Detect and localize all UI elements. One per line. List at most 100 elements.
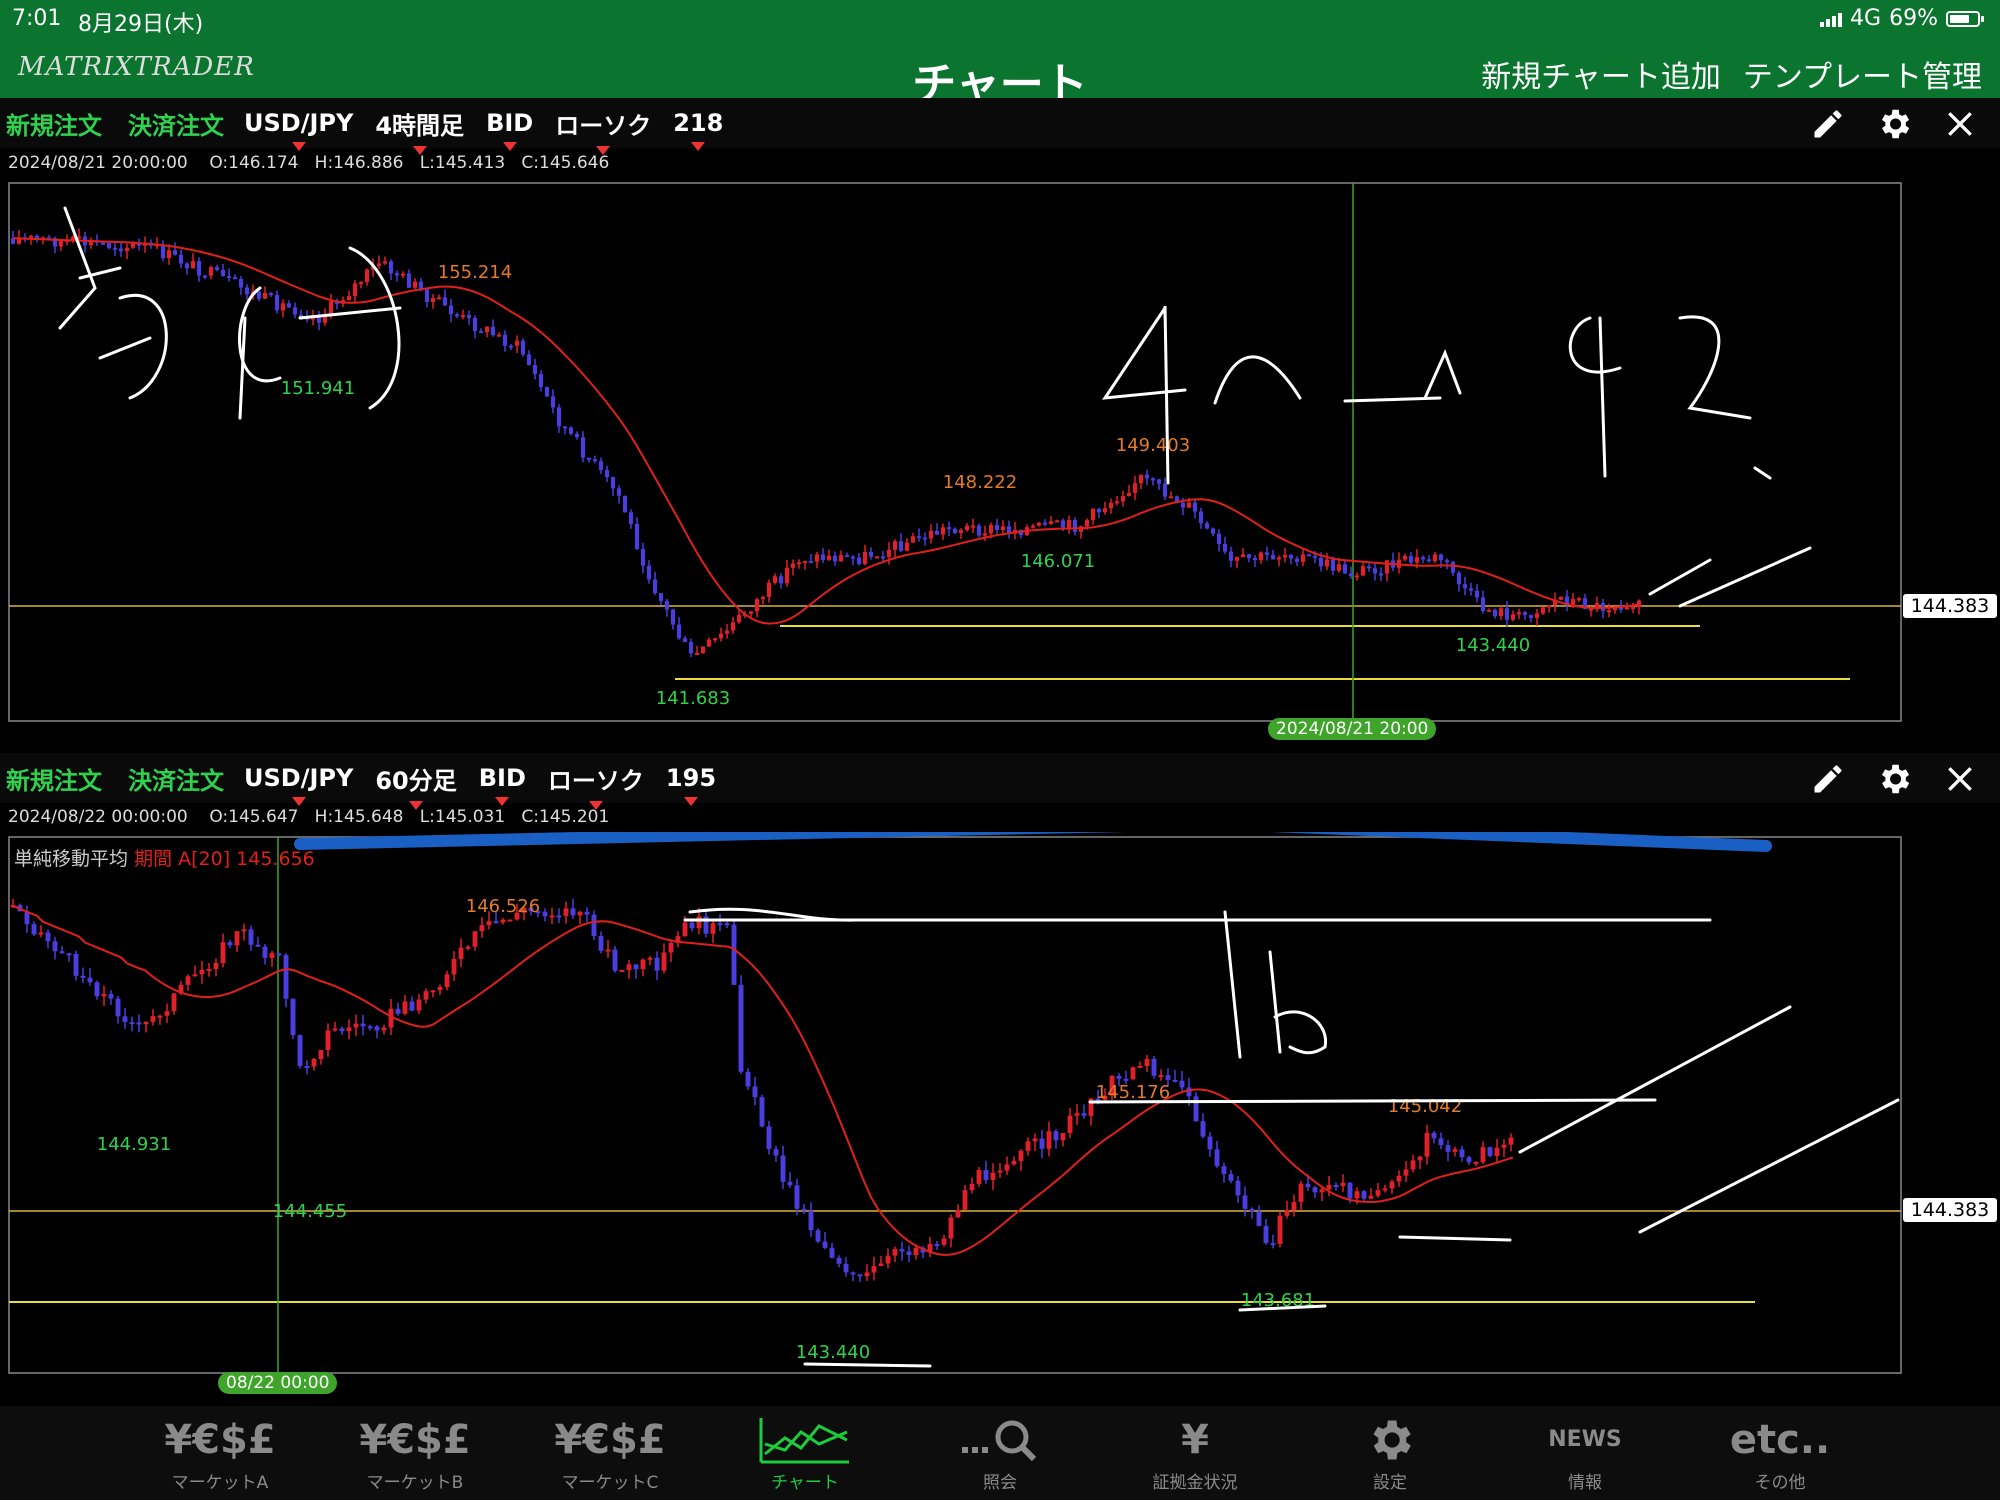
candle-body	[1214, 1149, 1220, 1167]
bars-select[interactable]: 218	[673, 109, 723, 151]
candle-body	[1312, 555, 1318, 558]
pair-select[interactable]: USD/JPY	[244, 109, 353, 151]
candle-body	[268, 293, 274, 296]
candle-body	[262, 293, 268, 299]
candle-body	[444, 974, 450, 988]
candle-body	[206, 969, 212, 972]
candle-body	[1431, 1132, 1437, 1139]
pair-select[interactable]: USD/JPY	[244, 764, 353, 806]
candle-body	[1624, 607, 1630, 610]
candle-body	[752, 1086, 758, 1098]
price-label: 155.214	[438, 262, 512, 283]
candle-body	[910, 536, 916, 543]
candle-body	[28, 235, 34, 238]
candle-body	[754, 599, 760, 612]
price-type-select[interactable]: BID	[486, 109, 533, 151]
candle-body	[1102, 508, 1108, 513]
candle-body	[1256, 1211, 1262, 1226]
candle-body	[1305, 1183, 1311, 1188]
close-icon[interactable]	[1940, 104, 1980, 144]
gear-icon[interactable]	[1874, 759, 1914, 799]
price-type-select[interactable]: BID	[479, 764, 526, 806]
candle-body	[409, 1001, 415, 1011]
new-order-button[interactable]: 新規注文	[6, 761, 102, 796]
tab-market-b[interactable]: ¥€$£ マーケットB	[350, 1412, 480, 1493]
candle-body	[822, 1241, 828, 1248]
tab-market-a[interactable]: ¥€$£ マーケットA	[155, 1412, 285, 1493]
candle-body	[676, 624, 682, 639]
chart-type-select[interactable]: ローソク	[548, 761, 644, 810]
pencil-icon[interactable]	[1808, 104, 1848, 144]
candle-body	[850, 1272, 856, 1275]
close-icon[interactable]	[1940, 759, 1980, 799]
bars-select[interactable]: 195	[666, 764, 716, 806]
candle-body	[118, 248, 124, 252]
candle-body	[124, 247, 130, 252]
candle-body	[1420, 557, 1426, 560]
price-label: 151.941	[281, 378, 355, 399]
tab-market-c[interactable]: ¥€$£ マーケットC	[545, 1412, 675, 1493]
candle-body	[1366, 566, 1372, 569]
candle-body	[1474, 590, 1480, 598]
candle-body	[542, 911, 548, 917]
tab-settings[interactable]: 設定	[1325, 1412, 1455, 1493]
candle-body	[101, 994, 107, 997]
gear-icon[interactable]	[1874, 104, 1914, 144]
candle-body	[1402, 556, 1408, 560]
candle-body	[1004, 1164, 1010, 1171]
tab-other[interactable]: etc.. その他	[1715, 1412, 1845, 1493]
candle-body	[1462, 584, 1468, 589]
candle-body	[185, 976, 191, 985]
candle-body	[171, 993, 177, 1012]
candle-body	[276, 953, 282, 956]
tab-margin-status[interactable]: ¥ 証拠金状況	[1130, 1412, 1260, 1493]
candle-body	[1456, 572, 1462, 585]
price-label: 148.222	[943, 472, 1017, 493]
candle-body	[1025, 1141, 1031, 1151]
tab-news[interactable]: NEWS 情報	[1520, 1412, 1650, 1493]
candle-body	[262, 946, 268, 958]
candle-body	[1165, 1075, 1171, 1080]
candle-body	[808, 561, 814, 564]
candlestick-chart-2[interactable]: 146.526 144.931 144.455 145.176 145.042 143.4…	[0, 751, 2000, 1404]
candle-body	[538, 373, 544, 388]
chart-area-2[interactable]: 146.526 144.931 144.455 145.176 145.042 143.4…	[0, 751, 2000, 1404]
candle-body	[1378, 573, 1384, 576]
tab-chart[interactable]: チャート	[740, 1412, 870, 1493]
tab-inquiry[interactable]: 照会	[935, 1412, 1065, 1493]
candle-body	[633, 964, 639, 970]
candle-body	[1132, 483, 1138, 493]
candle-body	[424, 289, 430, 302]
new-order-button[interactable]: 新規注文	[6, 106, 102, 141]
candle-body	[192, 974, 198, 977]
candle-body	[1504, 608, 1510, 620]
candle-body	[814, 554, 820, 562]
candle-body	[479, 925, 485, 932]
candle-body	[136, 1022, 142, 1025]
candle-body	[556, 915, 562, 918]
candle-body	[87, 977, 93, 983]
chart-area-1[interactable]: 155.214 151.941 148.222 149.403 146.071 141.6…	[0, 178, 2000, 740]
chart-type-select[interactable]: ローソク	[555, 106, 651, 155]
candle-body	[892, 541, 898, 550]
candle-body	[580, 437, 586, 458]
timeframe-select[interactable]: 4時間足	[375, 106, 464, 155]
add-chart-button[interactable]: 新規チャート追加	[1481, 52, 1721, 96]
timeframe-select[interactable]: 60分足	[375, 761, 457, 810]
candle-body	[598, 461, 604, 470]
candle-body	[436, 297, 442, 300]
status-time: 7:01	[12, 6, 62, 31]
candle-body	[1036, 522, 1042, 526]
close-order-button[interactable]: 決済注文	[128, 761, 224, 796]
candle-body	[45, 932, 51, 942]
pencil-icon[interactable]	[1808, 759, 1848, 799]
plot-frame	[8, 836, 1902, 1374]
template-manage-button[interactable]: テンプレート管理	[1743, 52, 1982, 96]
candle-body	[360, 1023, 366, 1027]
candle-body	[868, 552, 874, 557]
candle-body	[38, 932, 44, 935]
candle-body	[1053, 1131, 1059, 1141]
price-label: 143.440	[1456, 635, 1530, 656]
close-order-button[interactable]: 決済注文	[128, 106, 224, 141]
candlestick-chart-1[interactable]: 155.214 151.941 148.222 149.403 146.071 141.6…	[0, 178, 2000, 738]
